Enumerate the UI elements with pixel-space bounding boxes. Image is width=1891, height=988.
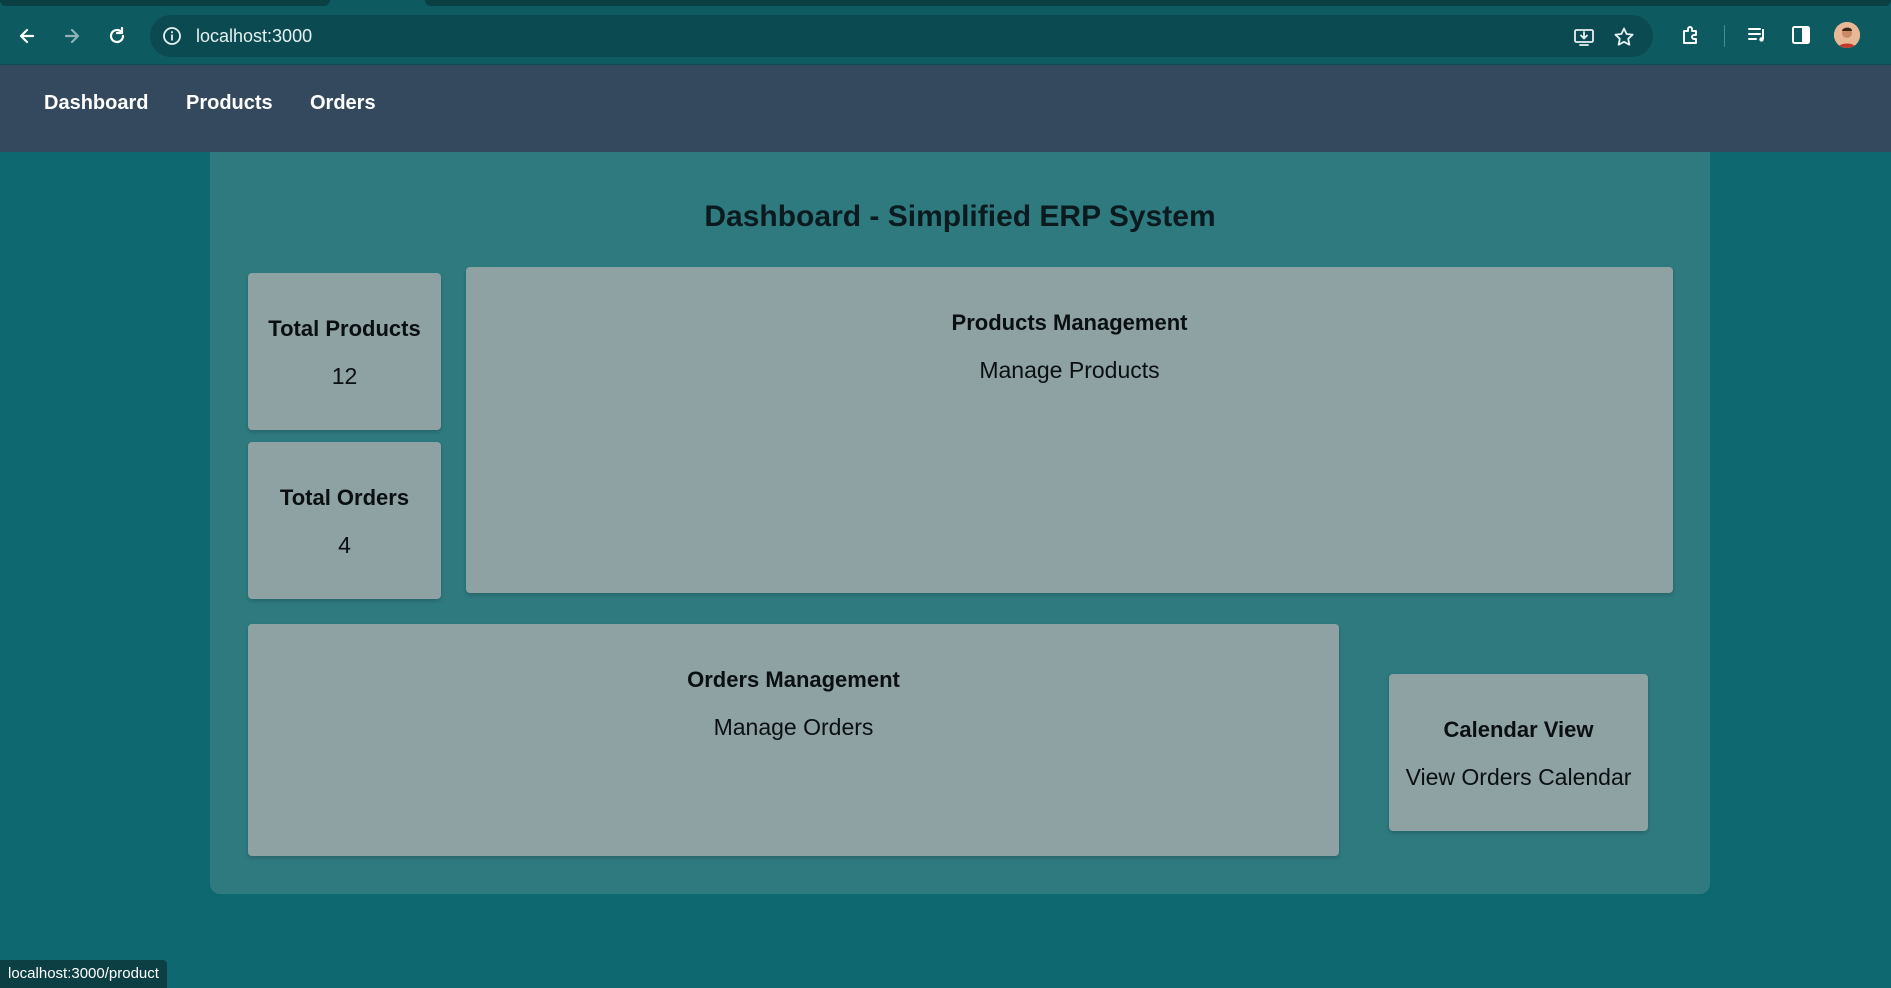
media-controls-icon [1748, 28, 1764, 42]
address-bar[interactable]: localhost:3000 [150, 15, 1653, 57]
reload-button[interactable] [101, 20, 133, 52]
extensions-button[interactable] [1677, 21, 1705, 49]
tab-strip-edge [425, 0, 1891, 6]
back-button[interactable] [11, 20, 43, 52]
site-info-button[interactable] [162, 26, 182, 46]
calendar-view-title: Calendar View [1443, 717, 1594, 742]
app-navbar: Dashboard Products Orders [0, 65, 1891, 152]
dashboard-panel: Dashboard - Simplified ERP System Total … [210, 152, 1710, 894]
side-panel-button[interactable] [1787, 21, 1815, 49]
orders-management-title: Orders Management [687, 667, 900, 692]
bookmark-button[interactable] [1611, 24, 1637, 50]
reload-icon [109, 26, 125, 44]
total-orders-value: 4 [338, 532, 351, 558]
forward-arrow-icon [64, 28, 80, 44]
info-icon [163, 27, 181, 45]
side-panel-icon [1792, 26, 1810, 44]
calendar-view-card[interactable]: Calendar View View Orders Calendar [1389, 674, 1648, 831]
total-products-value: 12 [331, 363, 358, 389]
install-app-button[interactable] [1571, 24, 1597, 50]
total-orders-card: Total Orders 4 [248, 442, 441, 599]
manage-orders-link[interactable]: Manage Orders [248, 714, 1339, 741]
toolbar-separator [1724, 25, 1725, 47]
orders-management-card[interactable]: Orders Management Manage Orders [248, 624, 1339, 856]
manage-products-link[interactable]: Manage Products [466, 357, 1673, 384]
link-status-bubble: localhost:3000/product [0, 960, 167, 988]
page-title: Dashboard - Simplified ERP System [704, 200, 1216, 233]
products-management-card[interactable]: Products Management Manage Products [466, 267, 1673, 593]
total-products-label: Total Products [268, 316, 421, 341]
total-products-card: Total Products 12 [248, 273, 441, 430]
nav-link-orders[interactable]: Orders [310, 91, 376, 115]
nav-link-products[interactable]: Products [186, 91, 273, 115]
media-controls-button[interactable] [1743, 21, 1771, 49]
nav-link-dashboard[interactable]: Dashboard [44, 91, 148, 115]
browser-toolbar: localhost:3000 [0, 0, 1891, 65]
extensions-icon [1683, 26, 1697, 44]
back-arrow-icon [19, 28, 35, 44]
products-management-title: Products Management [951, 310, 1188, 335]
view-orders-calendar-link[interactable]: View Orders Calendar [1389, 764, 1648, 791]
total-orders-label: Total Orders [279, 485, 410, 510]
tab-strip-edge [0, 0, 330, 6]
star-icon [1614, 27, 1634, 46]
url-text[interactable]: localhost:3000 [196, 26, 312, 46]
forward-button[interactable] [56, 20, 88, 52]
profile-avatar-icon[interactable] [1834, 22, 1860, 48]
install-app-icon [1574, 29, 1594, 46]
